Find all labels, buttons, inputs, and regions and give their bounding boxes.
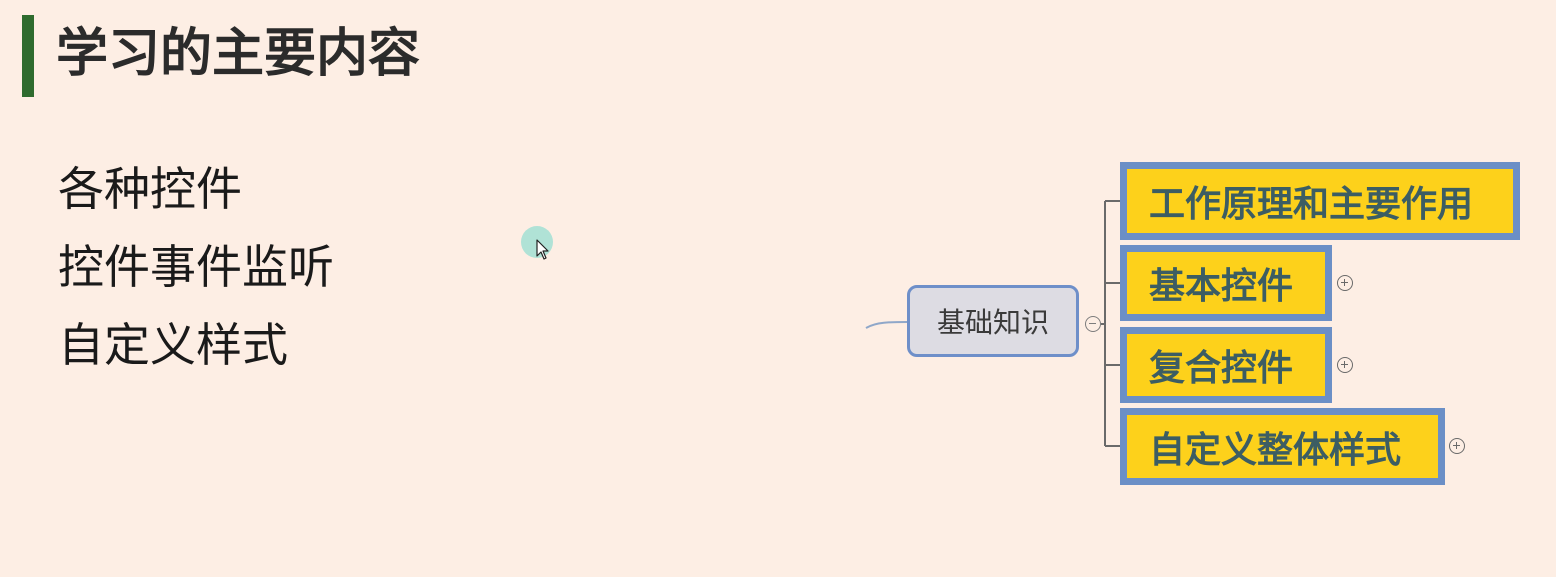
mindmap-child-node[interactable]: 基本控件: [1120, 245, 1332, 321]
expand-plus-icon[interactable]: [1449, 438, 1465, 454]
child-node-label: 工作原理和主要作用: [1149, 184, 1474, 225]
mindmap-child-node[interactable]: 自定义整体样式: [1120, 408, 1445, 485]
expand-plus-icon[interactable]: [1337, 275, 1353, 291]
child-node-label: 复合控件: [1149, 348, 1294, 389]
child-node-label: 基本控件: [1149, 266, 1294, 307]
mindmap-child-node[interactable]: 工作原理和主要作用: [1120, 162, 1520, 240]
child-node-label: 自定义整体样式: [1149, 429, 1402, 471]
collapse-minus-icon[interactable]: [1085, 316, 1101, 332]
expand-plus-icon[interactable]: [1337, 357, 1353, 373]
mindmap-child-node[interactable]: 复合控件: [1120, 327, 1332, 403]
mindmap-root-node[interactable]: 基础知识: [907, 285, 1079, 357]
root-node-label: 基础知识: [936, 306, 1049, 339]
presentation-slide: 学习的主要内容 各种控件 控件事件监听 自定义样式 基础知识 工作原理和主要作用…: [0, 0, 1556, 577]
